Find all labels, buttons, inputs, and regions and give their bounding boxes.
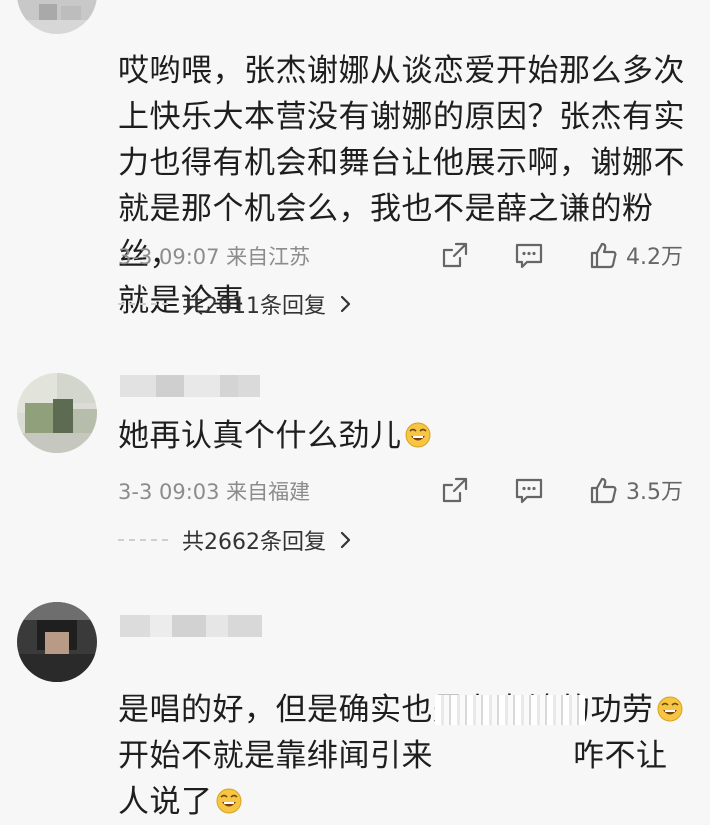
chevron-right-icon <box>340 531 351 549</box>
username-redacted <box>120 375 260 397</box>
redaction-strip <box>435 695 585 725</box>
comment-text-line: 开始不就是靠绯闻引来 <box>118 738 433 774</box>
laughing-emoji-icon <box>405 422 430 448</box>
comment-text: 是唱的好，但是确实也是有老婆的功劳 开始不就是靠绯闻引来 咋不让 人说了 <box>118 641 703 825</box>
view-replies-link[interactable]: 共2662条回复 <box>118 523 352 557</box>
comment-button[interactable] <box>513 235 545 275</box>
comment-meta: 3-3 09:07 来自江苏 4.2万 <box>118 235 703 275</box>
view-replies-link[interactable]: 共2011条回复 <box>118 287 352 321</box>
comment-icon <box>515 478 543 504</box>
like-button[interactable]: 3.5万 <box>588 470 683 510</box>
like-count: 3.5万 <box>626 480 683 505</box>
comment-text-line: 咋不让 <box>573 738 668 774</box>
avatar[interactable] <box>17 602 97 682</box>
comment-text-line: 上快乐大本营没有谢娜的原因？张杰有实 <box>118 99 685 135</box>
laughing-emoji-icon <box>657 696 682 722</box>
comment-text-line: 她再认真个什么劲儿 <box>118 418 402 454</box>
avatar[interactable] <box>17 373 97 453</box>
comment-text-line: 人说了 <box>118 784 213 820</box>
comment-button[interactable] <box>513 470 545 510</box>
timestamp-location: 3-3 09:07 来自江苏 <box>118 245 311 269</box>
timestamp-location: 3-3 09:03 来自福建 <box>118 480 311 504</box>
like-count: 4.2万 <box>626 245 683 270</box>
laughing-emoji-icon <box>216 788 241 814</box>
reply-count: 共2011条回复 <box>182 294 326 319</box>
thumbs-up-icon <box>590 477 617 504</box>
share-button[interactable] <box>440 470 470 510</box>
thumbs-up-icon <box>590 242 617 269</box>
reply-count: 共2662条回复 <box>182 530 326 555</box>
comment-meta: 3-3 09:03 来自福建 3.5万 <box>118 470 703 510</box>
divider <box>118 539 168 541</box>
share-icon <box>442 477 468 503</box>
like-button[interactable]: 4.2万 <box>588 235 683 275</box>
chevron-right-icon <box>340 295 351 313</box>
username-redacted <box>120 615 262 637</box>
share-icon <box>442 242 468 268</box>
divider <box>118 303 168 305</box>
comment-text: 哎哟喂，张杰谢娜从谈恋爱开始那么多次 上快乐大本营没有谢娜的原因？张杰有实 力也… <box>118 2 703 324</box>
comment-icon <box>515 243 543 269</box>
share-button[interactable] <box>440 235 470 275</box>
comment-text-line: 力也得有机会和舞台让他展示啊，谢娜不 <box>118 145 685 181</box>
comment-text: 她再认真个什么劲儿 <box>118 413 703 459</box>
avatar[interactable] <box>17 0 97 34</box>
comment-text-line: 哎哟喂，张杰谢娜从谈恋爱开始那么多次 <box>118 53 685 89</box>
